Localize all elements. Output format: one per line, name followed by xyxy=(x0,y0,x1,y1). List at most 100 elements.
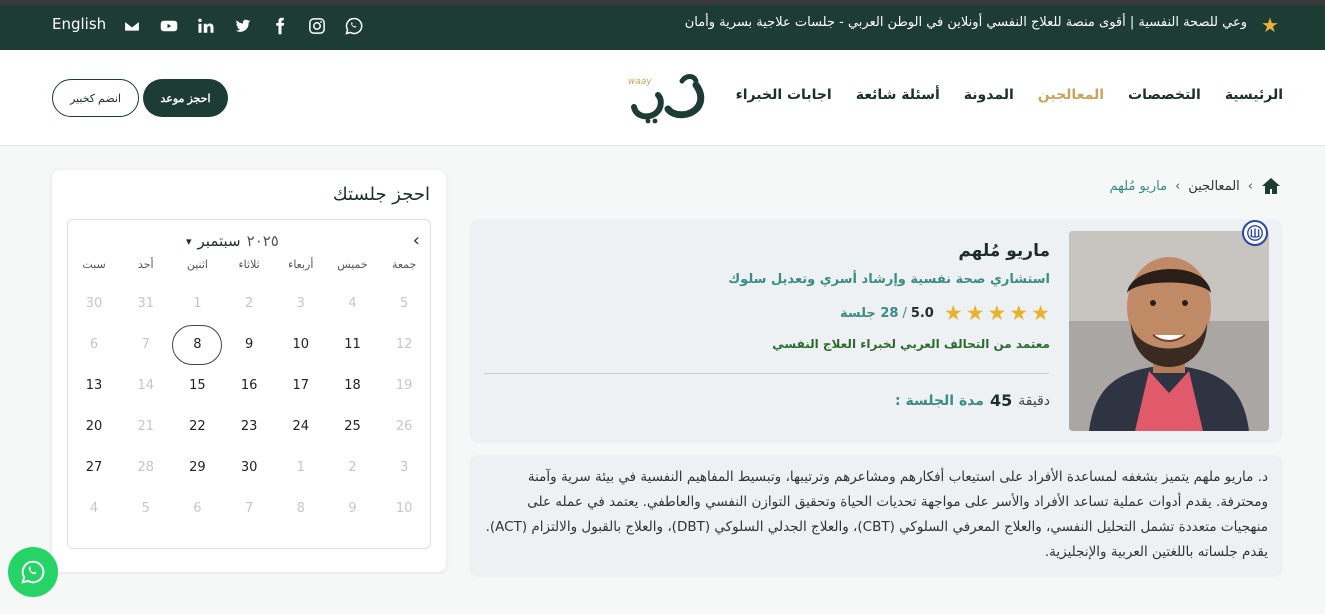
weekday-row: جمعة خميس أربعاء ثلاثاء اثنين أحد سبت xyxy=(68,258,430,271)
calendar-day-number: 7 xyxy=(141,337,150,352)
social-links xyxy=(120,16,366,36)
nav-item-therapists[interactable]: المعالجين xyxy=(1038,87,1104,103)
calendar-day[interactable]: 11 xyxy=(327,324,379,365)
whatsapp-chat-button[interactable] xyxy=(8,547,58,597)
nav-item-faq[interactable]: أسئلة شائعة xyxy=(856,87,940,103)
calendar-day-number: 24 xyxy=(292,419,310,434)
whatsapp-icon[interactable] xyxy=(342,16,366,36)
calendar-day-number: 10 xyxy=(292,337,310,352)
calendar-day[interactable]: 9 xyxy=(223,324,275,365)
star-icon: ★ xyxy=(1261,13,1279,37)
calendar-day[interactable]: 20 xyxy=(68,406,120,447)
calendar-day-number: 20 xyxy=(85,419,103,434)
calendar-days-grid: 5 4 3 2 1 31 30 12 11 10 9 8 7 6 19 18 17 16 15 14 13 26 25 24 2… xyxy=(68,283,430,529)
nav-item-specialties[interactable]: التخصصات xyxy=(1128,87,1201,103)
calendar-week-row: 3 2 1 30 29 28 27 xyxy=(68,447,430,488)
calendar-day-number: 10 xyxy=(395,501,413,516)
calendar-day: 1 xyxy=(275,447,327,488)
breadcrumb-therapists-link[interactable]: المعالجين xyxy=(1188,179,1240,194)
calendar-day: 3 xyxy=(378,447,430,488)
breadcrumb-separator: ‹ xyxy=(1175,178,1181,194)
site-logo[interactable]: waay xyxy=(624,67,714,127)
join-as-expert-button[interactable]: انضم كخبير xyxy=(52,79,139,117)
calendar-day[interactable]: 18 xyxy=(327,365,379,406)
breadcrumb: ‹ المعالجين ‹ ماريو مُلهم xyxy=(1110,177,1282,195)
top-bar: ★ وعي للصحة النفسية | أقوى منصة للعلاج ا… xyxy=(0,0,1325,50)
calendar-day-number: 21 xyxy=(137,419,154,434)
weekday-label: خميس xyxy=(337,258,368,271)
email-icon[interactable] xyxy=(120,16,144,36)
month-selector[interactable]: ٢٠٢٥ سبتمبر ▾ xyxy=(186,232,279,250)
calendar-day-number: 13 xyxy=(85,378,103,393)
linkedin-icon[interactable] xyxy=(194,16,218,36)
booking-calendar-card: احجز جلستك ‹ ٢٠٢٥ سبتمبر ▾ جمعة خميس أرب… xyxy=(52,170,446,572)
calendar-day-number: 1 xyxy=(296,460,305,475)
session-duration: مدة الجلسة : 45 دقيقة xyxy=(895,391,1050,410)
calendar-header: ‹ ٢٠٢٥ سبتمبر ▾ xyxy=(68,230,430,252)
calendar-day-number: 2 xyxy=(348,460,357,475)
book-appointment-button[interactable]: احجز موعد xyxy=(143,79,228,117)
calendar-day-number: 25 xyxy=(344,419,361,434)
calendar-day-number: 1 xyxy=(193,296,202,311)
calendar-day-number: 5 xyxy=(400,296,409,311)
calendar-day-number: 17 xyxy=(292,378,310,393)
calendar-day: 6 xyxy=(172,488,224,529)
calendar-day: 3 xyxy=(275,283,327,324)
therapist-profile-card: ماريو مُلهم استشاري صحة نفسية وإرشاد أسر… xyxy=(470,219,1282,443)
calendar-day[interactable]: 25 xyxy=(327,406,379,447)
therapist-photo xyxy=(1069,231,1269,431)
rating-separator: / xyxy=(902,305,907,321)
main-nav: الرئيسية التخصصات المعالجين المدونة أسئل… xyxy=(736,87,1283,103)
calendar-day-number: 30 xyxy=(240,460,258,475)
calendar-day[interactable]: 22 xyxy=(172,406,224,447)
facebook-icon[interactable] xyxy=(268,16,292,36)
calendar-day[interactable]: 29 xyxy=(172,447,224,488)
nav-item-home[interactable]: الرئيسية xyxy=(1225,87,1283,103)
language-switch-link[interactable]: English xyxy=(52,15,106,33)
instagram-icon[interactable] xyxy=(305,16,329,36)
calendar-day[interactable]: 23 xyxy=(223,406,275,447)
calendar-day: 1 xyxy=(172,283,224,324)
calendar-day-number: 3 xyxy=(400,460,409,475)
star-icon: ★ xyxy=(987,301,1007,325)
weekday-label: أربعاء xyxy=(288,258,314,271)
calendar-day[interactable]: 13 xyxy=(68,365,120,406)
calendar-day[interactable]: 17 xyxy=(275,365,327,406)
calendar-day[interactable]: 10 xyxy=(275,324,327,365)
calendar-day[interactable]: 27 xyxy=(68,447,120,488)
calendar-day-number: 6 xyxy=(89,337,99,352)
calendar-day-number: 5 xyxy=(141,501,150,516)
calendar-day-number: 18 xyxy=(344,378,361,393)
session-count: 28 جلسة xyxy=(840,305,899,321)
calendar-day-number: 4 xyxy=(89,501,99,516)
calendar: ‹ ٢٠٢٥ سبتمبر ▾ جمعة خميس أربعاء ثلاثاء … xyxy=(67,219,431,549)
chevron-left-icon[interactable]: ‹ xyxy=(413,230,420,251)
calendar-day-number: 16 xyxy=(240,378,258,393)
nav-item-expert-answers[interactable]: اجابات الخبراء xyxy=(736,87,832,103)
calendar-month: سبتمبر xyxy=(197,232,241,250)
calendar-day[interactable]: 16 xyxy=(223,365,275,406)
calendar-day-selected[interactable]: 8 xyxy=(172,324,224,365)
nav-item-blog[interactable]: المدونة xyxy=(964,87,1014,103)
rating-stars: ★ ★ ★ ★ ★ xyxy=(944,301,1050,325)
home-icon[interactable] xyxy=(1261,177,1281,195)
chevron-down-icon: ▾ xyxy=(186,234,192,248)
calendar-week-row: 19 18 17 16 15 14 13 xyxy=(68,365,430,406)
weekday-label: جمعة xyxy=(391,258,417,271)
calendar-week-row: 12 11 10 9 8 7 6 xyxy=(68,324,430,365)
calendar-day[interactable]: 30 xyxy=(223,447,275,488)
star-icon: ★ xyxy=(1009,301,1029,325)
calendar-week-row: 5 4 3 2 1 31 30 xyxy=(68,283,430,324)
twitter-icon[interactable] xyxy=(231,16,255,36)
calendar-day-number: 9 xyxy=(348,501,357,516)
calendar-day-number: 31 xyxy=(137,296,154,311)
weekday-label: ثلاثاء xyxy=(238,258,260,271)
calendar-day: 6 xyxy=(68,324,120,365)
calendar-day[interactable]: 24 xyxy=(275,406,327,447)
calendar-day: 10 xyxy=(378,488,430,529)
profile-divider xyxy=(484,373,1049,374)
calendar-day[interactable]: 15 xyxy=(172,365,224,406)
youtube-icon[interactable] xyxy=(157,16,181,36)
calendar-title: احجز جلستك xyxy=(332,184,430,205)
calendar-day-number: 4 xyxy=(348,296,357,311)
